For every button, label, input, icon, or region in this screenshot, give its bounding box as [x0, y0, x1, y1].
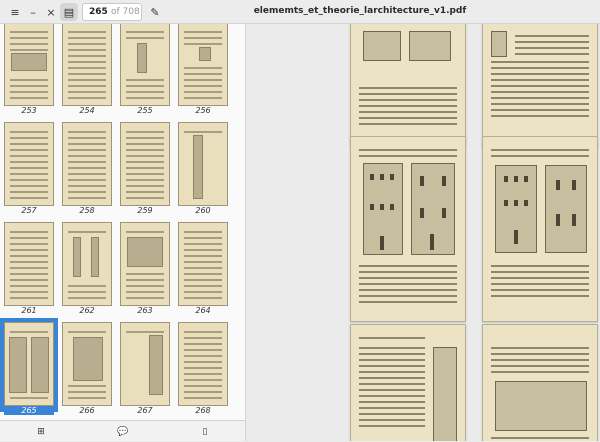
thumbnail-page[interactable]: 262 [62, 222, 114, 320]
document-page [350, 24, 466, 148]
thumbnail-label: 258 [79, 206, 95, 215]
thumbnail-image [62, 322, 112, 406]
annotations-tab[interactable]: 💬 [82, 421, 164, 442]
sidebar-tab-bar: ⊞ 💬 ▯ [0, 420, 246, 441]
thumbnail-image [62, 122, 112, 206]
facade-figure [545, 165, 587, 253]
document-view[interactable] [247, 24, 600, 441]
thumbnail-image [178, 322, 228, 406]
thumbnail-page[interactable]: 264 [178, 222, 230, 320]
thumbnail-page[interactable]: 266 [62, 322, 114, 420]
thumbnail-image [178, 222, 228, 306]
thumbnail-label: 266 [79, 406, 95, 415]
sidebar-toggle-button[interactable]: ▤ [60, 3, 78, 21]
cornice-figure [495, 381, 587, 431]
thumbnail-image [62, 222, 112, 306]
floor-plan-figure [363, 31, 401, 61]
thumbnail-image [4, 222, 54, 306]
current-page-field[interactable]: 265 [83, 7, 111, 17]
thumbnail-image [178, 24, 228, 106]
minimize-icon[interactable]: – [24, 3, 42, 21]
document-page [350, 324, 466, 441]
thumbnail-label: 256 [195, 106, 211, 115]
thumbnail-page[interactable]: 260 [178, 122, 230, 220]
thumbnail-label: 262 [79, 306, 95, 315]
thumbnail-image [4, 122, 54, 206]
header-bar: ≡ – × ▤ 265 of 708 ✎ elememts_et_theorie… [0, 0, 600, 24]
edit-icon[interactable]: ✎ [146, 3, 164, 21]
thumbnail-label: 253 [21, 106, 37, 115]
thumbnail-image [62, 24, 112, 106]
thumbnail-label: 254 [79, 106, 95, 115]
thumbnail-page[interactable]: 261 [4, 222, 56, 320]
close-icon[interactable]: × [42, 3, 60, 21]
thumbnail-label: 259 [137, 206, 153, 215]
thumbnail-image [4, 24, 54, 106]
document-page [350, 136, 466, 322]
thumbnail-page[interactable]: 257 [4, 122, 56, 220]
floor-plan-figure [409, 31, 451, 61]
thumbnail-image [120, 122, 170, 206]
page-total-label: of 708 [111, 7, 140, 17]
document-page [482, 136, 598, 322]
thumbnail-label: 263 [137, 306, 153, 315]
facade-figure [363, 163, 403, 255]
thumbnail-label: 261 [21, 306, 37, 315]
thumbnail-page[interactable]: 259 [120, 122, 172, 220]
thumbnail-page[interactable]: 258 [62, 122, 114, 220]
thumbnail-page[interactable]: 254 [62, 24, 114, 120]
thumbnail-page[interactable]: 263 [120, 222, 172, 320]
document-page [482, 324, 598, 441]
thumbnail-label: 260 [195, 206, 211, 215]
thumbnail-page[interactable]: 265 [0, 318, 58, 420]
thumbnail-label: 257 [21, 206, 37, 215]
thumbnail-label: 267 [137, 406, 153, 415]
thumbnail-page[interactable]: 268 [178, 322, 230, 420]
thumbnail-page[interactable]: 253 [4, 24, 56, 120]
section-figure [433, 347, 457, 441]
thumbnail-page[interactable]: 255 [120, 24, 172, 120]
thumbnail-image [120, 24, 170, 106]
thumbnail-label: 268 [195, 406, 211, 415]
facade-figure [411, 163, 455, 255]
thumbnail-image [120, 222, 170, 306]
facade-figure [495, 165, 537, 253]
document-title: elememts_et_theorie_larchitecture_v1.pdf [253, 6, 467, 16]
thumbnail-label: 255 [137, 106, 153, 115]
bookmarks-tab[interactable]: ▯ [164, 421, 246, 442]
thumbnail-image [4, 322, 54, 406]
thumbnail-label: 264 [195, 306, 211, 315]
wall-figure [491, 31, 507, 57]
page-number-entry[interactable]: 265 of 708 [82, 3, 142, 21]
thumbnail-page[interactable]: 267 [120, 322, 172, 420]
menu-icon[interactable]: ≡ [6, 3, 24, 21]
thumbnail-image [178, 122, 228, 206]
thumbnail-label: 265 [4, 406, 54, 415]
thumbnail-page[interactable]: 256 [178, 24, 230, 120]
document-page [482, 24, 598, 148]
thumbnail-sidebar[interactable]: 253 254 255 256 257 258 259 260 261 262 263 264 265 2… [0, 24, 246, 420]
thumbnails-tab[interactable]: ⊞ [0, 421, 82, 442]
thumbnail-image [120, 322, 170, 406]
